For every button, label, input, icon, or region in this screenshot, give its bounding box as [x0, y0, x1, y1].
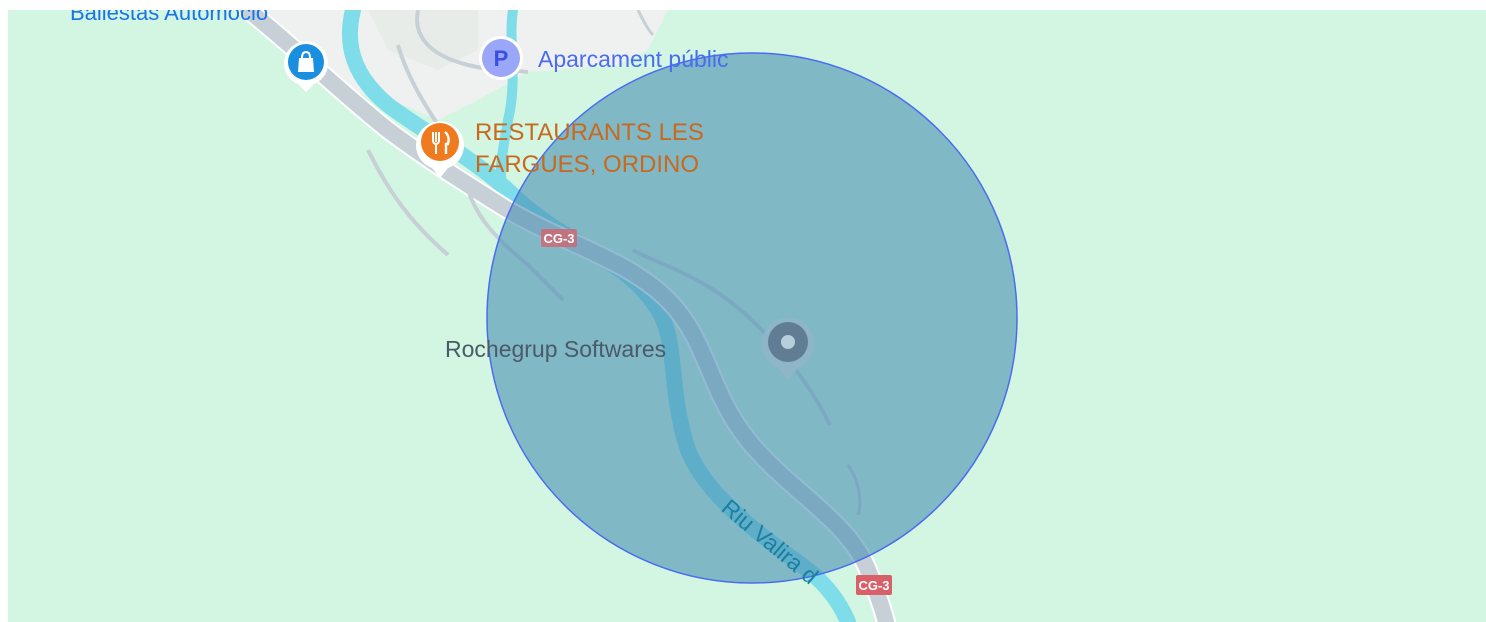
route-badge-cg3-lower: CG-3: [856, 575, 892, 595]
restaurant-label-line1[interactable]: RESTAURANTS LES: [475, 119, 704, 146]
map-view[interactable]: CG-3 CG-3 Riu Valira d Ballestas Automoc…: [8, 10, 1486, 622]
route-badge-label: CG-3: [858, 578, 889, 593]
place-label[interactable]: Rochegrup Softwares: [445, 336, 666, 362]
parking-icon[interactable]: P: [479, 36, 523, 80]
parking-label[interactable]: Aparcament públic: [538, 46, 729, 72]
restaurant-label-line2[interactable]: FARGUES, ORDINO: [475, 151, 699, 178]
parking-badge: P: [494, 46, 509, 71]
map-canvas[interactable]: CG-3 CG-3 Riu Valira d Ballestas Automoc…: [8, 10, 1486, 622]
route-badge-label: CG-3: [543, 231, 574, 246]
shop-label[interactable]: Ballestas Automoció: [70, 10, 268, 25]
route-badge-cg3-upper: CG-3: [541, 229, 577, 247]
